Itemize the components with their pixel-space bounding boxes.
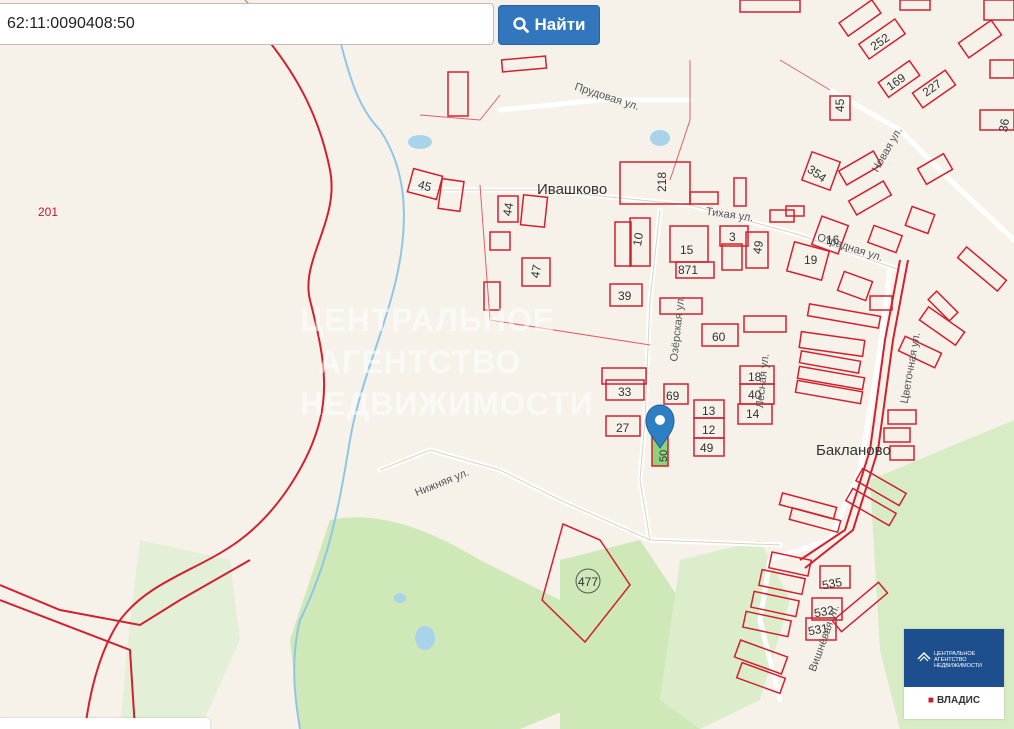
parcel-label: 39 xyxy=(618,289,632,303)
parcel-label: 12 xyxy=(702,423,716,437)
watermark-line2: АГЕНТСТВО xyxy=(318,344,522,380)
parcel-label-selected: 50 xyxy=(658,450,670,462)
logo-brand-label: ВЛАДИС xyxy=(936,695,981,706)
parcel-label: 477 xyxy=(578,575,598,589)
settlement-ivashkovo: Ивашково xyxy=(537,181,607,198)
parcel-label: 36 xyxy=(996,117,1012,133)
parcel-label: 60 xyxy=(712,330,726,344)
scale-bar xyxy=(0,718,210,729)
agency-logo: ЦЕНТРАЛЬНОЕ АГЕНТСТВО НЕДВИЖИМОСТИ ■ ВЛАД… xyxy=(904,629,1004,719)
parcel-label: 49 xyxy=(750,239,766,255)
logo-emblem-icon xyxy=(917,651,931,662)
watermark-line3: НЕДВИЖИМОСТИ xyxy=(300,386,594,422)
house-icon: ■ xyxy=(927,695,934,706)
settlement-baklanovo: Бакланово xyxy=(816,442,891,459)
logo-text: ЦЕНТРАЛЬНОЕ АГЕНТСТВО НЕДВИЖИМОСТИ xyxy=(934,651,982,669)
parcel-label: 13 xyxy=(702,404,716,418)
parcel-label: 69 xyxy=(666,389,680,403)
parcel-label: 44 xyxy=(500,201,516,217)
parcel-label: 10 xyxy=(630,231,646,247)
parcel-label: 27 xyxy=(616,421,630,435)
logo-brand: ■ ВЛАДИС xyxy=(904,695,1004,706)
search-button[interactable]: Найти xyxy=(498,5,600,45)
search-bar: Найти xyxy=(0,3,600,47)
watermark-line1: ЦЕНТРАЛЬНОЕ xyxy=(300,302,556,338)
logo-panel: ЦЕНТРАЛЬНОЕ АГЕНТСТВО НЕДВИЖИМОСТИ xyxy=(904,629,1004,687)
parcel-label: 15 xyxy=(680,243,694,257)
search-icon xyxy=(512,17,529,33)
parcel-label: 47 xyxy=(528,263,544,279)
parcel-label: 14 xyxy=(746,407,760,421)
parcel-label: 218 xyxy=(655,172,669,192)
parcel-label: 33 xyxy=(618,385,632,399)
parcel-label: 201 xyxy=(38,205,58,219)
parcel-label: 871 xyxy=(678,263,698,277)
parcel-label: 19 xyxy=(804,253,818,267)
search-button-label: Найти xyxy=(534,15,586,34)
parcel-label: 3 xyxy=(729,230,736,244)
parcel-label: 45 xyxy=(833,98,847,112)
parcel-label: 49 xyxy=(700,441,714,455)
cadastral-search-input[interactable] xyxy=(0,3,494,45)
